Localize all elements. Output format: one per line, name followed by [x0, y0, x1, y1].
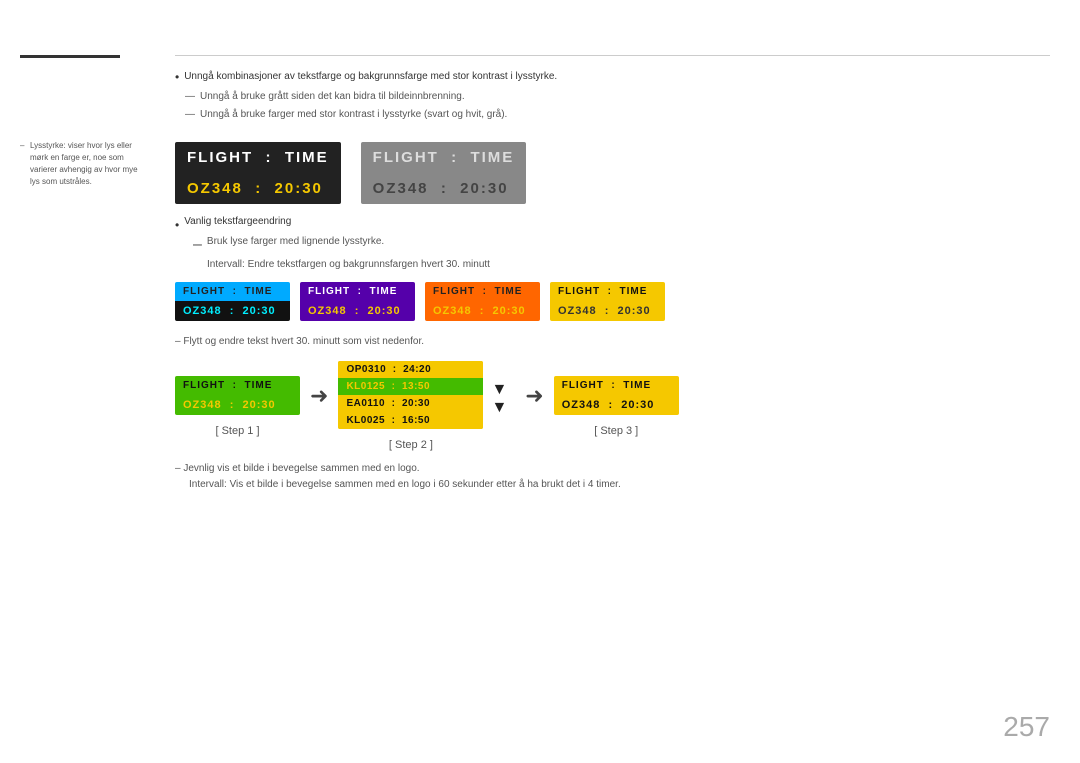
bullet-item-1: • Unngå kombinasjoner av tekstfarge og b… — [175, 68, 1050, 86]
step1-body: OZ348 : 20:30 — [175, 395, 300, 415]
step-2-item: OP0310 : 24:20 KL0125 : 13:50 EA0110 : 2… — [338, 361, 483, 451]
step2-row-1: OP0310 : 24:20 — [338, 361, 483, 378]
jevnlig-note-1: – Jevnlig vis et bilde i bevegelse samme… — [175, 463, 1050, 474]
scroll-note: – Flytt og endre tekst hvert 30. minutt … — [175, 331, 1050, 349]
step-1-item: FLIGHT : TIME OZ348 : 20:30 [ Step 1 ] — [175, 376, 300, 437]
dash-text-1: Unngå å bruke grått siden det kan bidra … — [200, 88, 465, 106]
step2-row-3: EA0110 : 20:30 — [338, 395, 483, 412]
dash-text-2: Unngå å bruke farger med stor kontrast i… — [200, 106, 507, 124]
flight-box-orange-header: FLIGHT : TIME — [425, 282, 540, 301]
note-dash-text-1: Bruk lyse farger med lignende lysstyrke. — [207, 236, 384, 247]
note-bullet: • Vanlig tekstfargeendring — [175, 216, 1050, 234]
step3-header: FLIGHT : TIME — [554, 376, 679, 395]
step1-header: FLIGHT : TIME — [175, 376, 300, 395]
flight-box-purple: FLIGHT : TIME OZ348 : 20:30 — [300, 282, 415, 321]
flight-box-gray-body: OZ348 : 20:30 — [361, 173, 527, 204]
step-row: FLIGHT : TIME OZ348 : 20:30 [ Step 1 ] ➜… — [175, 361, 1050, 451]
step2-row-4: KL0025 : 16:50 — [338, 412, 483, 429]
flight-box-yellow-body: OZ348 : 20:30 — [550, 301, 665, 321]
sidebar-note: Lysstyrke: viser hvor lys eller mørk en … — [20, 140, 140, 188]
flight-box-cyan: FLIGHT : TIME OZ348 : 20:30 — [175, 282, 290, 321]
flight-box-black-header: FLIGHT : TIME — [175, 142, 341, 173]
step2-row-2: KL0125 : 13:50 — [338, 378, 483, 395]
bullet-list: • Unngå kombinasjoner av tekstfarge og b… — [175, 68, 1050, 124]
main-content: • Unngå kombinasjoner av tekstfarge og b… — [155, 0, 1080, 763]
flight-box-black-body: OZ348 : 20:30 — [175, 173, 341, 204]
note-dash-1: – Bruk lyse farger med lignende lysstyrk… — [193, 236, 1050, 254]
step3-box: FLIGHT : TIME OZ348 : 20:30 — [554, 376, 679, 415]
jevnlig-note-2: Intervall: Vis et bilde i bevegelse samm… — [189, 474, 1050, 492]
arrow-2: ➜ — [515, 383, 553, 409]
step2-box: OP0310 : 24:20 KL0125 : 13:50 EA0110 : 2… — [338, 361, 483, 429]
bullet-text-1: Unngå kombinasjoner av tekstfarge og bak… — [184, 68, 557, 86]
page-number: 257 — [1003, 711, 1050, 743]
step3-label: [ Step 3 ] — [594, 425, 638, 437]
flight-box-purple-body: OZ348 : 20:30 — [300, 301, 415, 321]
notes-section: • Vanlig tekstfargeendring – Bruk lyse f… — [175, 216, 1050, 272]
down-arrow-2: ▼ — [491, 400, 507, 416]
flight-box-purple-header: FLIGHT : TIME — [300, 282, 415, 301]
step-3-item: FLIGHT : TIME OZ348 : 20:30 [ Step 3 ] — [554, 376, 679, 437]
sidebar: Lysstyrke: viser hvor lys eller mørk en … — [0, 0, 155, 763]
flight-box-yellow: FLIGHT : TIME OZ348 : 20:30 — [550, 282, 665, 321]
note-title: Vanlig tekstfargeendring — [184, 216, 291, 227]
dash-item-2: — Unngå å bruke farger med stor kontrast… — [185, 106, 1050, 124]
down-arrow-1: ▼ — [491, 382, 507, 398]
jevnlig-text-2: Intervall: Vis et bilde i bevegelse samm… — [189, 479, 621, 490]
small-boxes-row: FLIGHT : TIME OZ348 : 20:30 FLIGHT : TIM… — [175, 282, 1050, 321]
main-flight-displays: FLIGHT : TIME OZ348 : 20:30 FLIGHT : TIM… — [175, 142, 1050, 204]
step3-body: OZ348 : 20:30 — [554, 395, 679, 415]
top-line — [175, 55, 1050, 56]
step1-box: FLIGHT : TIME OZ348 : 20:30 — [175, 376, 300, 415]
flight-box-orange-body: OZ348 : 20:30 — [425, 301, 540, 321]
arrow-1: ➜ — [300, 383, 338, 409]
flight-box-black: FLIGHT : TIME OZ348 : 20:30 — [175, 142, 341, 204]
double-arrow: ▼ ▼ — [483, 382, 515, 416]
flight-box-gray-header: FLIGHT : TIME — [361, 142, 527, 173]
sidebar-line — [20, 55, 120, 58]
jevnlig-section: – Jevnlig vis et bilde i bevegelse samme… — [175, 463, 1050, 492]
step2-label: [ Step 2 ] — [389, 439, 433, 451]
dash-item-1: — Unngå å bruke grått siden det kan bidr… — [185, 88, 1050, 106]
flight-box-cyan-header: FLIGHT : TIME — [175, 282, 290, 301]
flight-box-gray: FLIGHT : TIME OZ348 : 20:30 — [361, 142, 527, 204]
flight-box-yellow-header: FLIGHT : TIME — [550, 282, 665, 301]
scroll-note-text: – Flytt og endre tekst hvert 30. minutt … — [175, 336, 424, 347]
flight-box-orange: FLIGHT : TIME OZ348 : 20:30 — [425, 282, 540, 321]
step1-label: [ Step 1 ] — [215, 425, 259, 437]
note-sub: Intervall: Endre tekstfargen og bakgrunn… — [207, 254, 1050, 272]
flight-box-cyan-body: OZ348 : 20:30 — [175, 301, 290, 321]
note-dash-text-2: Intervall: Endre tekstfargen og bakgrunn… — [207, 259, 490, 270]
jevnlig-text-1: – Jevnlig vis et bilde i bevegelse samme… — [175, 463, 420, 474]
